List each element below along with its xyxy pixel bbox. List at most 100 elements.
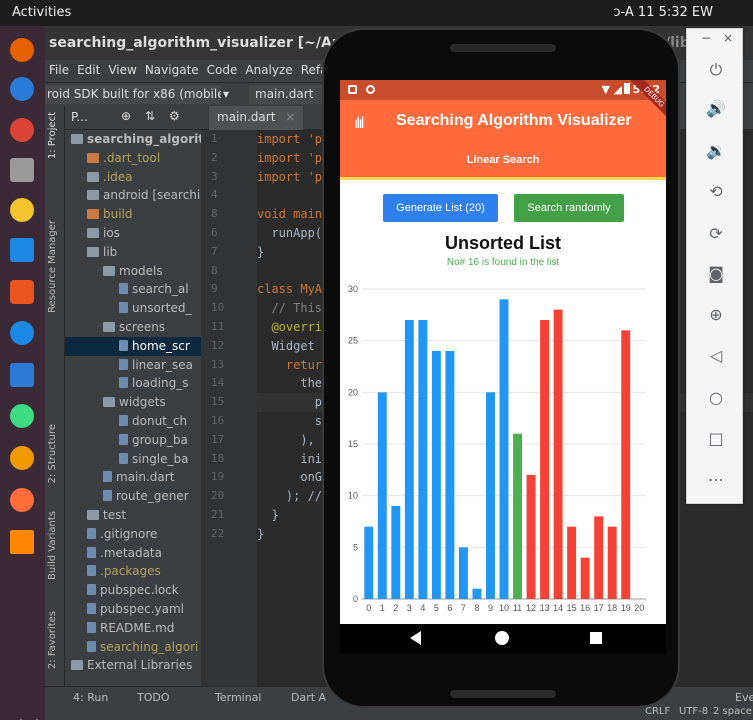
tree-item[interactable]: .packages — [65, 562, 201, 581]
tree-item[interactable]: pubspec.lock — [65, 581, 201, 600]
bar[interactable] — [513, 433, 522, 599]
search-randomly-button[interactable]: Search randomly — [514, 194, 624, 222]
tree-item[interactable]: searching_algorith — [65, 130, 201, 149]
power-icon[interactable]: ⏻ — [703, 57, 729, 83]
tree-item[interactable]: models — [65, 262, 201, 281]
tree-item[interactable]: main.dart — [65, 468, 201, 487]
nav-back-icon[interactable] — [410, 631, 421, 645]
settings-icon[interactable]: ⚙ — [169, 109, 180, 123]
camera-icon[interactable]: ◙ — [703, 261, 729, 287]
tree-item[interactable]: pubspec.yaml — [65, 600, 201, 619]
tree-item[interactable]: route_gener — [65, 487, 201, 506]
rhythmbox-icon[interactable] — [10, 198, 34, 222]
tab-event-log[interactable]: Eve — [735, 691, 753, 704]
bar[interactable] — [553, 309, 563, 599]
tab-favorites[interactable]: 2: Favorites — [47, 611, 58, 669]
volume-up-icon[interactable]: 🔊 — [703, 96, 729, 122]
tab-structure[interactable]: 2: Structure — [47, 424, 58, 483]
tree-item[interactable]: home_scr — [65, 336, 201, 356]
tree-item[interactable]: .metadata — [65, 544, 201, 563]
nav-home-icon[interactable] — [495, 631, 509, 645]
tree-item[interactable]: single_ba — [65, 450, 201, 469]
system-clock[interactable]: ↄ-A 11 5:32 EW — [613, 5, 713, 20]
bar[interactable] — [404, 320, 414, 599]
locate-icon[interactable]: ⊕ — [121, 109, 131, 123]
overview-icon[interactable]: □ — [703, 426, 729, 452]
tree-item[interactable]: build — [65, 205, 201, 224]
minimize-icon[interactable]: − — [701, 31, 711, 45]
bar[interactable] — [458, 547, 468, 599]
help-icon[interactable] — [10, 321, 34, 345]
tab-resource-manager[interactable]: Resource Manager — [47, 220, 58, 313]
tree-item[interactable]: screens — [65, 318, 201, 337]
nav-recents-icon[interactable] — [590, 632, 602, 644]
menu-file[interactable]: File — [45, 60, 73, 80]
menu-view[interactable]: View — [104, 60, 140, 80]
bar[interactable] — [418, 320, 428, 599]
rotate-left-icon[interactable]: ⟲ — [703, 179, 729, 205]
rotate-right-icon[interactable]: ⟳ — [703, 221, 729, 247]
tab-run[interactable]: 4: Run — [73, 691, 108, 704]
collapse-icon[interactable]: ⇅ — [145, 109, 155, 123]
bar[interactable] — [472, 588, 482, 599]
tab-build-variants[interactable]: Build Variants — [47, 511, 58, 580]
bar[interactable] — [621, 330, 631, 599]
tree-item[interactable]: unsorted_ — [65, 299, 201, 318]
postman-icon[interactable] — [10, 446, 34, 470]
menu-code[interactable]: Code — [203, 60, 242, 80]
line-separator[interactable]: CRLF — [645, 706, 670, 717]
project-view-selector[interactable]: P... — [71, 110, 88, 124]
tree-item[interactable]: lib — [65, 243, 201, 262]
back-icon[interactable]: ◁ — [703, 343, 729, 369]
tree-item[interactable]: .dart_tool — [65, 149, 201, 168]
tree-item[interactable]: linear_sea — [65, 356, 201, 375]
tree-item[interactable]: android [searchi — [65, 186, 201, 205]
device-selector[interactable]: roid SDK built for x86 (mobile) — [45, 85, 221, 104]
tree-item[interactable]: External Libraries — [65, 656, 201, 675]
vlc-icon[interactable] — [10, 530, 34, 554]
tree-item[interactable]: donut_ch — [65, 412, 201, 431]
home-icon[interactable]: ○ — [703, 385, 729, 411]
bar[interactable] — [567, 526, 577, 599]
writer-icon[interactable] — [10, 238, 34, 262]
tab-terminal[interactable]: Terminal — [215, 691, 262, 704]
bar[interactable] — [445, 351, 455, 599]
software-icon[interactable] — [10, 280, 34, 304]
firefox-icon[interactable] — [10, 38, 34, 62]
tab-todo[interactable]: TODO — [137, 691, 170, 704]
tree-item[interactable]: README.md — [65, 619, 201, 638]
bar[interactable] — [486, 392, 495, 599]
generate-list-button[interactable]: Generate List (20) — [383, 194, 498, 222]
bar[interactable] — [526, 475, 536, 599]
device-dropdown-icon[interactable]: ▾ — [223, 87, 229, 101]
bar[interactable] — [540, 320, 550, 599]
run-config-selector[interactable]: main.dart — [249, 85, 329, 104]
thunderbird-icon[interactable] — [10, 77, 34, 101]
tab-dart-analysis[interactable]: Dart A — [291, 691, 326, 704]
bar[interactable] — [364, 526, 374, 599]
activities-button[interactable]: Activities — [12, 5, 71, 20]
menu-analyze[interactable]: Analyze — [241, 60, 296, 80]
tree-item[interactable]: .idea — [65, 168, 201, 187]
bar[interactable] — [391, 506, 401, 599]
close-tab-icon[interactable]: × — [285, 110, 295, 124]
more-icon[interactable]: ⋯ — [703, 467, 729, 493]
menu-edit[interactable]: Edit — [73, 60, 104, 80]
encoding[interactable]: UTF-8 — [679, 706, 708, 717]
tree-item[interactable]: searching_algori — [65, 638, 201, 657]
vscode-icon[interactable] — [10, 363, 34, 387]
files-icon[interactable] — [10, 158, 34, 182]
tree-item[interactable]: .gitignore — [65, 525, 201, 544]
bar[interactable] — [377, 392, 387, 599]
bar[interactable] — [499, 299, 509, 599]
tab-linear-search[interactable]: Linear Search — [340, 154, 666, 166]
tree-item[interactable]: group_ba — [65, 431, 201, 450]
zoom-icon[interactable]: ⊕ — [703, 302, 729, 328]
tree-item[interactable]: widgets — [65, 393, 201, 412]
tree-item[interactable]: loading_s — [65, 374, 201, 393]
tree-item[interactable]: test — [65, 506, 201, 525]
volume-down-icon[interactable]: 🔉 — [703, 138, 729, 164]
tree-item[interactable]: ios — [65, 224, 201, 243]
bar[interactable] — [431, 351, 441, 599]
bar[interactable] — [580, 557, 590, 599]
